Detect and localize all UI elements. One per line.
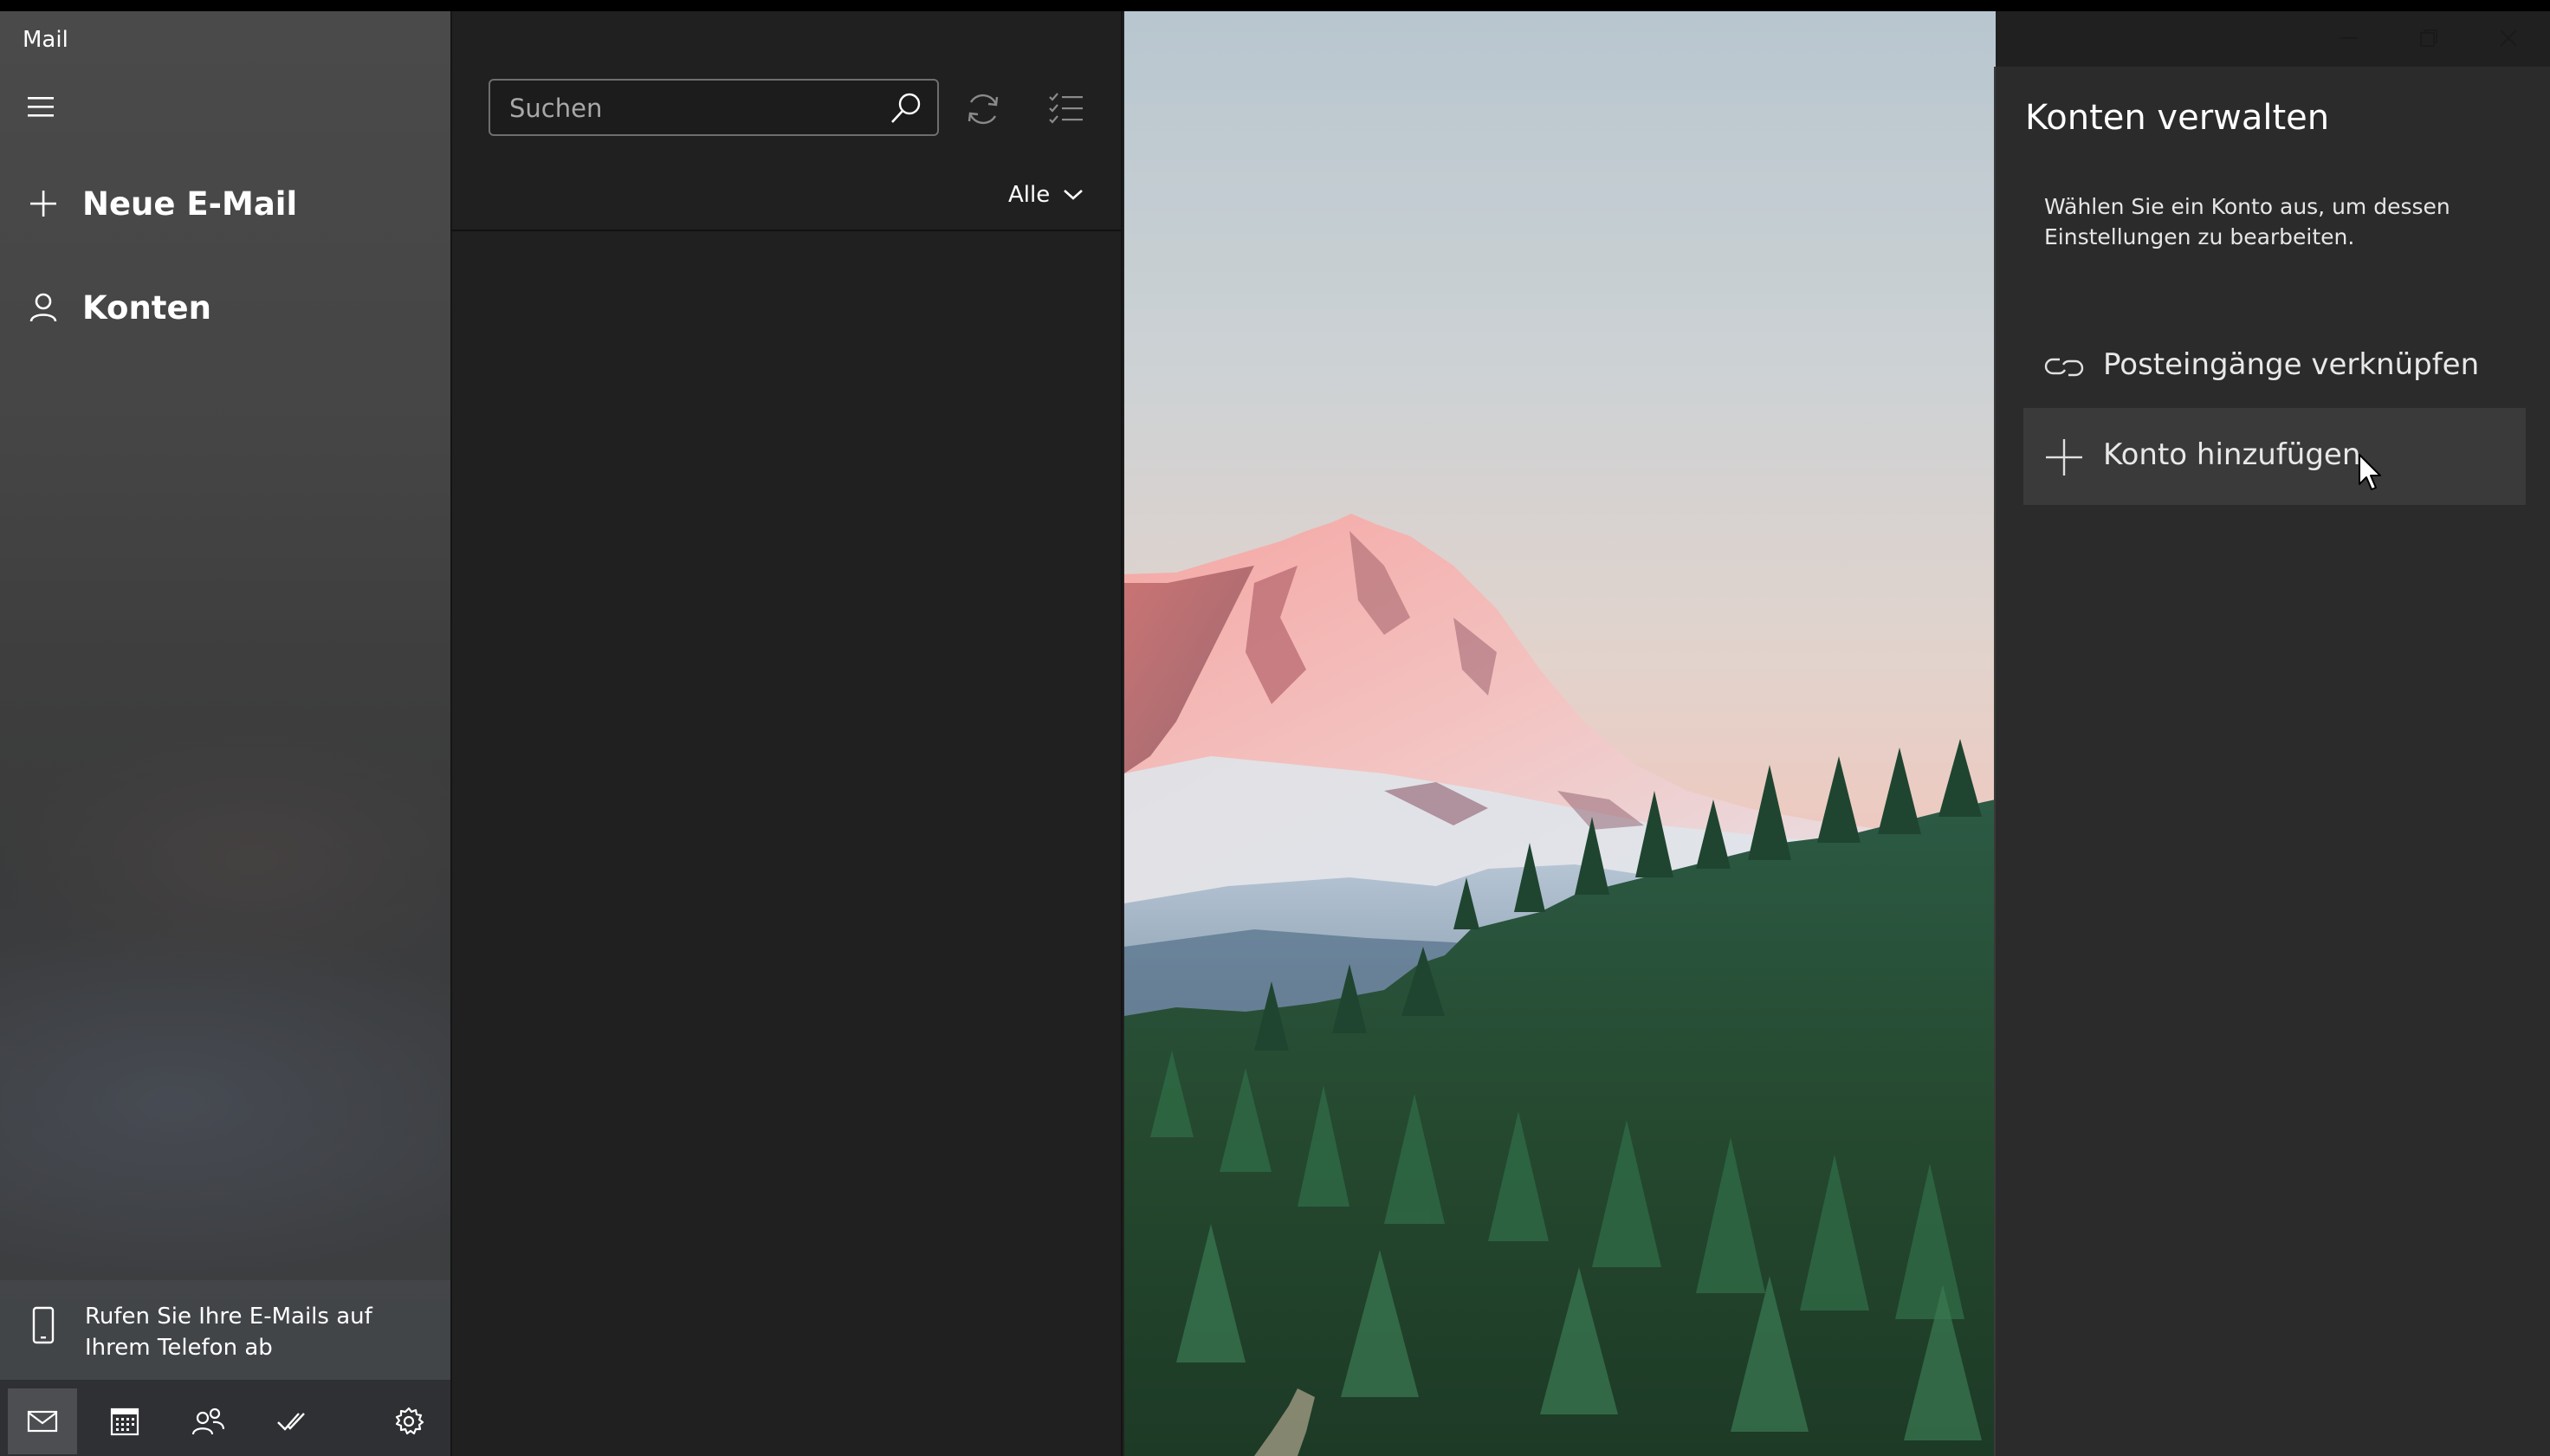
mountain-landscape-image [1124,11,1996,1456]
mouse-cursor-icon [2359,454,2381,490]
link-icon [2044,347,2084,387]
sync-button[interactable] [961,87,1005,131]
search-button[interactable] [889,91,923,126]
flyout-description: Wählen Sie ein Konto aus, um dessen Eins… [2044,194,2450,249]
bottom-app-switcher [0,1380,450,1456]
mail-switch-button[interactable] [8,1388,77,1454]
todo-switch-button[interactable] [256,1388,326,1454]
gear-icon [395,1407,424,1435]
filter-label: Alle [1008,182,1051,208]
checkmark-icon [277,1413,305,1431]
new-mail-label: Neue E-Mail [82,184,298,223]
search-input[interactable] [508,87,875,129]
plus-icon [2044,437,2084,477]
link-inboxes-button[interactable]: Posteingänge verknüpfen [2023,318,2526,415]
plus-icon [26,186,61,221]
minimize-icon [2340,37,2358,39]
close-icon [2500,29,2517,47]
chevron-down-icon [1064,190,1084,200]
hamburger-icon [28,97,54,117]
accounts-label: Konten [82,288,211,327]
minimize-button[interactable] [2309,11,2389,65]
hamburger-menu-button[interactable] [26,94,61,120]
reading-pane-background [1124,11,1996,1456]
app-title: Mail [23,27,68,53]
phone-icon [31,1306,55,1346]
settings-button[interactable] [374,1388,443,1454]
people-icon [191,1407,225,1435]
manage-accounts-flyout: Konten verwalten Wählen Sie ein Konto au… [1994,67,2550,1456]
search-icon [891,93,921,123]
navigation-pane: Mail Neue E-Mail Konten Rufen Sie Ihre E… [0,11,450,1456]
add-account-button[interactable]: Konto hinzufügen [2023,408,2526,505]
phone-promo-banner[interactable]: Rufen Sie Ihre E-Mails auf Ihrem Telefon… [0,1280,450,1380]
accounts-button[interactable]: Konten [0,273,450,342]
search-box [489,79,939,136]
phone-promo-text: Rufen Sie Ihre E-Mails auf Ihrem Telefon… [85,1304,372,1361]
selection-mode-button[interactable] [1045,87,1088,131]
filter-dropdown[interactable]: Alle [1008,178,1084,212]
link-inboxes-label: Posteingänge verknüpfen [2103,347,2480,382]
person-icon [26,290,61,325]
calendar-switch-button[interactable] [90,1388,159,1454]
message-list-pane: Alle [452,11,1123,1456]
people-switch-button[interactable] [173,1388,243,1454]
new-mail-button[interactable]: Neue E-Mail [0,169,450,238]
add-account-label: Konto hinzufügen [2103,437,2361,472]
flyout-title: Konten verwalten [2025,98,2330,138]
nav-background-image [0,687,450,1293]
close-button[interactable] [2469,11,2548,65]
mail-app-window: Mail Neue E-Mail Konten Rufen Sie Ihre E… [0,11,2550,1456]
restore-button[interactable] [2389,11,2469,65]
restore-icon [2420,29,2437,47]
list-pane-border [1121,11,1123,1456]
mail-icon [27,1410,58,1433]
calendar-icon [110,1407,139,1436]
sync-icon [968,94,999,125]
select-mode-icon [1049,93,1083,124]
list-header-divider [452,230,1123,231]
